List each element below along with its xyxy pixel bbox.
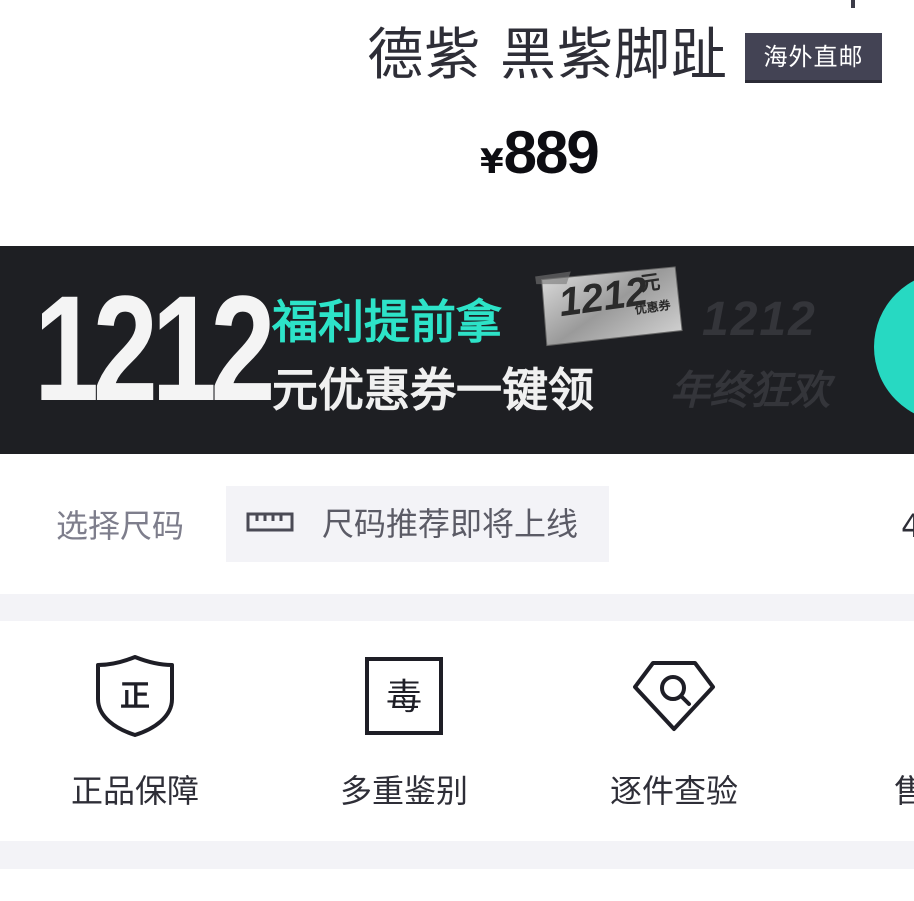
coupon-unit: 元	[638, 269, 662, 296]
top-edge-mark	[851, 0, 855, 8]
coupon-graphic: 1212 元 优惠券	[495, 256, 690, 355]
service-label: 逐件查验	[609, 772, 738, 810]
service-authentic[interactable]: 正 正品保障	[35, 621, 235, 841]
banner-big-number: 1212	[34, 264, 276, 432]
product-title: 德紫 黑紫脚趾	[367, 23, 728, 88]
section-divider	[0, 594, 914, 621]
banner-cta-circle[interactable]	[874, 272, 914, 422]
after-sales-icon	[865, 651, 914, 741]
svg-text:毒: 毒	[386, 677, 422, 718]
section-divider	[0, 841, 914, 869]
service-multi-check[interactable]: 毒 多重鉴别	[304, 621, 504, 841]
du-stamp-icon: 毒	[365, 657, 443, 735]
service-label: 售	[893, 772, 914, 810]
size-recommend-button[interactable]: 尺码推荐即将上线	[226, 486, 609, 562]
ruler-icon	[246, 512, 294, 532]
overseas-direct-mail-badge: 海外直邮	[745, 33, 882, 83]
banner-faded-text: 年终狂欢	[670, 368, 830, 414]
product-header: 德紫 黑紫脚趾 海外直邮	[0, 0, 914, 110]
shield-zheng-icon: 正	[96, 655, 174, 737]
price-amount: 889	[503, 119, 600, 186]
size-selector-row[interactable]: 选择尺码 尺码推荐即将上线 4	[0, 454, 914, 594]
banner-headline: 福利提前拿	[272, 295, 502, 349]
banner-faded-number: 1212	[702, 293, 817, 346]
size-row-edge-text: 4	[901, 507, 914, 545]
service-after-sales[interactable]: 售	[810, 621, 914, 841]
product-price: ¥889	[480, 118, 600, 190]
service-guarantees: 正 正品保障 毒 多重鉴别 逐件查验 售	[0, 621, 914, 841]
service-label: 正品保障	[70, 772, 199, 810]
diamond-search-icon	[633, 661, 715, 731]
size-recommend-text: 尺码推荐即将上线	[322, 505, 579, 543]
next-section-top	[0, 869, 914, 901]
svg-text:正: 正	[120, 679, 150, 714]
service-label: 多重鉴别	[339, 772, 468, 810]
price-currency: ¥	[480, 142, 504, 182]
service-inspect[interactable]: 逐件查验	[574, 621, 774, 841]
promo-banner[interactable]: 1212 福利提前拿 元优惠券一键领 1212 元 优惠券 1212 年终狂欢	[0, 246, 914, 454]
size-select-label: 选择尺码	[56, 507, 185, 545]
banner-subheadline: 元优惠券一键领	[272, 363, 594, 417]
